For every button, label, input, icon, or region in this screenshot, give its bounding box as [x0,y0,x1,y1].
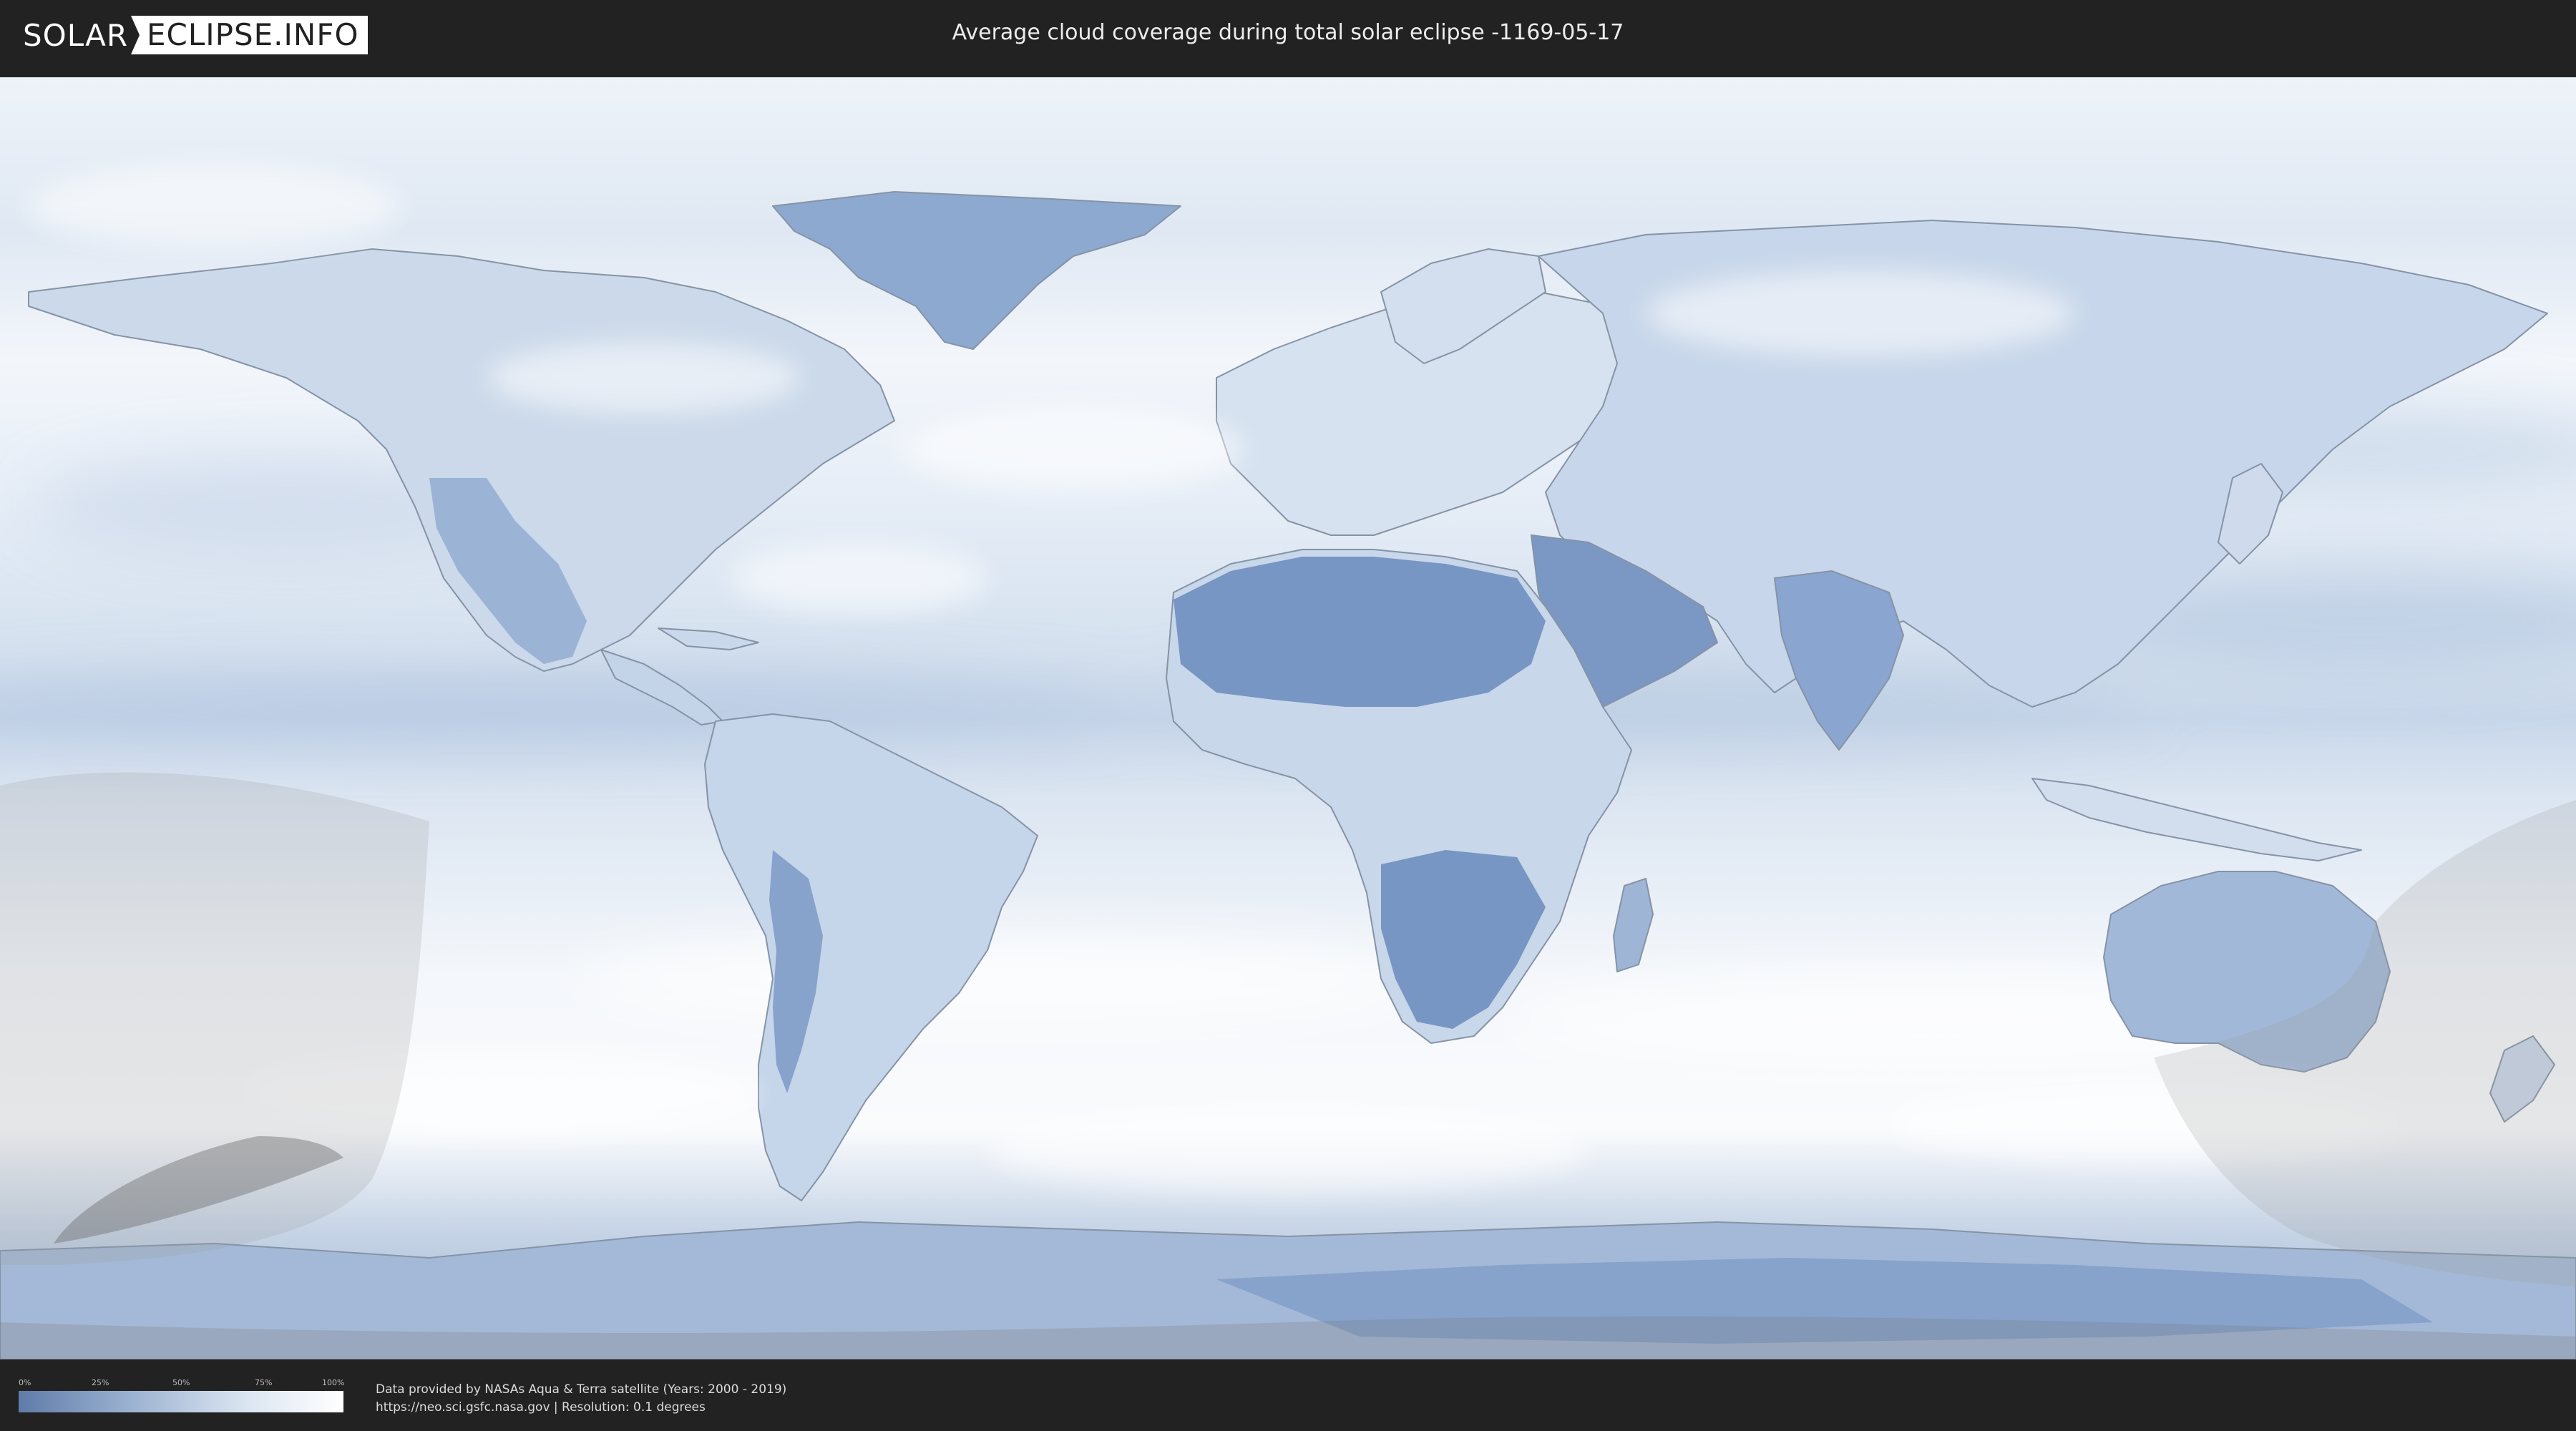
credits-line-source: Data provided by NASAs Aqua & Terra sate… [376,1382,787,1397]
page: SOLAR ECLIPSE.INFO Average cloud coverag… [0,0,2576,1431]
legend-tick-100: 100% [322,1378,345,1387]
header-bar: SOLAR ECLIPSE.INFO Average cloud coverag… [0,0,2576,72]
page-title: Average cloud coverage during total sola… [952,20,1624,45]
legend-tick-75: 75% [255,1378,273,1387]
data-credits: Data provided by NASAs Aqua & Terra sate… [376,1381,786,1417]
sahara-region [1174,557,1546,707]
legend-tick-0: 0% [19,1378,31,1387]
cloud-coverage-legend: 0% 25% 50% 75% 100% [19,1378,345,1414]
legend-tick-50: 50% [172,1378,190,1387]
footer-bar: 0% 25% 50% 75% 100% Data provided by NAS… [0,1359,2576,1431]
cloud-coverage-map[interactable] [0,77,2576,1359]
legend-gradient-bar [19,1391,343,1412]
legend-tick-25: 25% [92,1378,109,1387]
credits-line-url[interactable]: https://neo.sci.gsfc.nasa.gov | Resoluti… [376,1399,786,1417]
